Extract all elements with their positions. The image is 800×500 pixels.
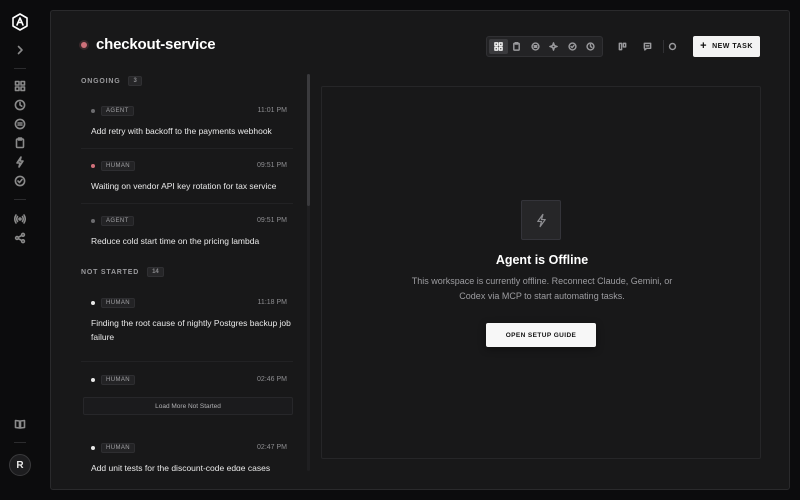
task-item[interactable]: AGENT 09:51 PM Reduce cold start time on… [81, 204, 293, 259]
bolt-icon[interactable] [12, 154, 28, 170]
new-task-button[interactable]: + NEW TASK [693, 36, 760, 57]
offline-description: This workspace is currently offline. Rec… [411, 276, 673, 301]
task-meta: AGENT [91, 216, 134, 226]
task-meta: HUMAN [91, 161, 135, 171]
broadcast-icon[interactable] [12, 211, 28, 227]
task-tag: HUMAN [101, 375, 135, 385]
logo-icon[interactable] [11, 13, 29, 31]
task-tag: HUMAN [101, 298, 135, 308]
task-title: Waiting on vendor API key rotation for t… [91, 181, 277, 191]
task-item[interactable]: HUMAN 02:47 PM Add unit tests for the di… [81, 431, 293, 471]
task-tag: AGENT [101, 216, 134, 226]
scrollbar-thumb[interactable] [307, 74, 310, 206]
task-status-dot [91, 109, 95, 113]
refresh-icon[interactable] [665, 39, 680, 54]
task-tag: HUMAN [101, 161, 135, 171]
book-icon[interactable] [12, 416, 28, 432]
automation-view-button[interactable] [545, 39, 564, 54]
task-time: 11:18 PM [257, 299, 287, 306]
chevron-right-icon[interactable] [12, 42, 28, 58]
section-header-not-started: NOT STARTED 14 [81, 267, 164, 277]
offline-title: Agent is Offline [495, 253, 589, 267]
rail-divider [14, 442, 26, 443]
clipboard-icon[interactable] [12, 135, 28, 151]
task-meta: AGENT [91, 106, 134, 116]
grid-icon[interactable] [12, 78, 28, 94]
task-time: 02:47 PM [257, 444, 287, 451]
section-label: NOT STARTED [81, 268, 140, 276]
check-circle-icon[interactable] [12, 173, 28, 189]
task-meta: HUMAN [91, 298, 135, 308]
open-setup-guide-button[interactable]: OPEN SETUP GUIDE [486, 323, 596, 347]
view-switcher [486, 36, 603, 57]
rail-divider [14, 199, 26, 200]
done-view-button[interactable] [563, 39, 582, 54]
message-icon[interactable] [640, 39, 655, 54]
task-status-dot [91, 301, 95, 305]
task-item[interactable]: HUMAN 11:18 PM Finding the root cause of… [81, 286, 293, 362]
task-time: 11:01 PM [257, 107, 287, 114]
task-title: Add unit tests for the discount-code edg… [91, 463, 271, 471]
clipboard-view-button[interactable] [508, 39, 527, 54]
page-title: checkout-service [96, 36, 216, 53]
section-count: 14 [147, 267, 164, 277]
task-tag: HUMAN [101, 443, 135, 453]
task-status-dot [91, 378, 95, 382]
task-title: Reduce cold start time on the pricing la… [91, 236, 260, 246]
left-rail: R [0, 0, 40, 500]
list-circle-icon[interactable] [12, 116, 28, 132]
task-status-dot [91, 446, 95, 450]
bolt-icon [521, 200, 561, 240]
task-tag: AGENT [101, 106, 134, 116]
history-view-button[interactable] [582, 39, 601, 54]
load-more-button[interactable]: Load More Not Started [83, 397, 293, 415]
plus-icon: + [700, 40, 708, 52]
task-title: Add retry with backoff to the payments w… [91, 126, 272, 136]
section-label: ONGOING [81, 77, 121, 85]
task-meta: HUMAN [91, 375, 135, 385]
main-panel: checkout-service + NEW TASK ONGOING 3 AG… [50, 10, 790, 490]
new-task-label: NEW TASK [712, 43, 753, 50]
list-view-button[interactable] [526, 39, 545, 54]
agent-offline-panel: Agent is Offline This workspace is curre… [321, 86, 761, 459]
toolbar-divider [663, 40, 664, 53]
task-time: 02:46 PM [257, 376, 287, 383]
page-header: checkout-service [81, 36, 216, 53]
task-time: 09:51 PM [257, 162, 287, 169]
task-item[interactable]: HUMAN 09:51 PM Waiting on vendor API key… [81, 149, 293, 204]
share-icon[interactable] [12, 230, 28, 246]
task-item[interactable]: AGENT 11:01 PM Add retry with backoff to… [81, 94, 293, 149]
task-status-dot [91, 219, 95, 223]
task-status-dot [91, 164, 95, 168]
task-meta: HUMAN [91, 443, 135, 453]
rail-divider [14, 68, 26, 69]
app-window: R checkout-service + NEW TASK ONGOING 3 … [0, 0, 800, 500]
section-header-ongoing: ONGOING 3 [81, 76, 142, 86]
task-time: 09:51 PM [257, 217, 287, 224]
board-view-button[interactable] [489, 39, 508, 54]
status-dot [81, 41, 87, 48]
avatar[interactable]: R [9, 454, 31, 476]
clock-icon[interactable] [12, 97, 28, 113]
section-count: 3 [128, 76, 142, 86]
columns-icon[interactable] [615, 39, 630, 54]
task-title: Finding the root cause of nightly Postgr… [91, 318, 291, 342]
